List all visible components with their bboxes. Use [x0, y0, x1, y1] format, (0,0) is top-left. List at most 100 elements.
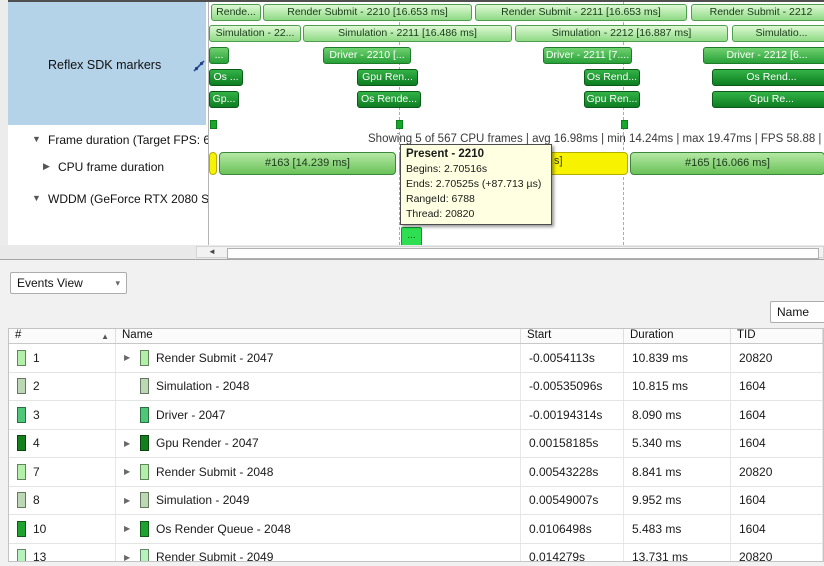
cell-start: 0.014279s: [521, 544, 624, 563]
name-filter-label: Name: [777, 305, 809, 319]
cell-duration: 5.340 ms: [624, 430, 731, 458]
cell-name: ▶Render Submit - 2047: [116, 344, 521, 372]
table-row[interactable]: 4▶Gpu Render - 20470.00158185s5.340 ms16…: [9, 430, 823, 459]
wddm-event-marker[interactable]: ...: [401, 227, 422, 245]
cell-num: 2: [9, 373, 116, 401]
cpu-frame-bar[interactable]: #163 [14.239 ms]: [219, 152, 396, 175]
cell-start: 0.00549007s: [521, 487, 624, 515]
cell-num: 10: [9, 515, 116, 543]
tree-item-label: Frame duration (Target FPS: 60: [48, 133, 217, 147]
table-row[interactable]: 7▶Render Submit - 20480.00543228s8.841 m…: [9, 458, 823, 487]
cell-num: 1: [9, 344, 116, 372]
timeline-bar[interactable]: Gpu Re...: [712, 91, 824, 108]
hscrollbar-track[interactable]: ◄: [196, 246, 824, 258]
timeline-bar[interactable]: Gp...: [209, 91, 239, 108]
event-color-swatch: [140, 350, 149, 366]
timeline-bar[interactable]: Driver - 2212 [6...: [703, 47, 824, 64]
table-row[interactable]: 1▶Render Submit - 2047-0.0054113s10.839 …: [9, 344, 823, 373]
tree-item-frame-duration[interactable]: ▼ Frame duration (Target FPS: 60: [8, 133, 206, 149]
event-color-swatch: [140, 464, 149, 480]
timeline-bar[interactable]: Driver - 2211 [7....: [543, 47, 632, 64]
table-row[interactable]: 10▶Os Render Queue - 20480.0106498s5.483…: [9, 515, 823, 544]
event-color-swatch: [17, 492, 26, 508]
hscrollbar-strip: ◄: [0, 245, 824, 259]
event-color-swatch: [17, 435, 26, 451]
event-number: 2: [33, 379, 40, 393]
timeline-bar[interactable]: Os Rend...: [712, 69, 824, 86]
table-row[interactable]: 13 ▶ Render Submit - 2049 0.014279s13.731 m…: [9, 544, 823, 563]
event-number: 13: [33, 550, 46, 562]
event-number: 1: [33, 351, 40, 365]
cell-tid: 20820: [731, 458, 823, 486]
event-color-swatch: [140, 435, 149, 451]
cpu-frame-bar[interactable]: [209, 152, 217, 175]
cell-start: 0.00158185s: [521, 430, 624, 458]
timeline-bar[interactable]: Render Submit - 2210 [16.653 ms]: [263, 4, 472, 21]
row-expander-icon[interactable]: ▶: [124, 467, 140, 476]
tree-expanded-icon[interactable]: ▼: [32, 193, 41, 203]
timeline-bar[interactable]: Render Submit - 2211 [16.653 ms]: [475, 4, 687, 21]
timeline-bar[interactable]: Simulation - 2212 [16.887 ms]: [515, 25, 728, 42]
timeline-bar[interactable]: Os Rende...: [357, 91, 421, 108]
row-expander-icon[interactable]: ▶: [124, 496, 140, 505]
timeline-canvas[interactable]: Showing 5 of 567 CPU frames | avg 16.98m…: [208, 2, 824, 245]
hscrollbar-thumb[interactable]: [227, 248, 819, 259]
pinned-row-header[interactable]: Reflex SDK markers: [8, 2, 206, 125]
column-header-num[interactable]: # ▲: [9, 329, 116, 343]
timeline-bar[interactable]: Simulatio...: [732, 25, 824, 42]
timeline-bar[interactable]: Gpu Ren...: [584, 91, 640, 108]
event-color-swatch: [17, 407, 26, 423]
column-header-start[interactable]: Start: [521, 329, 624, 343]
timeline-bar[interactable]: Os Rend...: [584, 69, 640, 86]
timeline-row-tree: ▼ Frame duration (Target FPS: 60 ▶ CPU f…: [8, 125, 206, 245]
dropdown-arrow-icon: ▾: [115, 273, 120, 293]
pin-icon[interactable]: [192, 59, 206, 73]
event-color-swatch: [140, 492, 149, 508]
column-header-duration[interactable]: Duration: [624, 329, 731, 343]
cell-start: -0.0054113s: [521, 344, 624, 372]
row-expander-icon[interactable]: ▶: [124, 439, 140, 448]
event-color-swatch: [17, 549, 26, 562]
column-header-tid[interactable]: TID: [731, 329, 823, 343]
timeline-bar[interactable]: Gpu Ren...: [357, 69, 418, 86]
table-row[interactable]: 2Simulation - 2048-0.00535096s10.815 ms1…: [9, 373, 823, 402]
frame-stats-text: Showing 5 of 567 CPU frames | avg 16.98m…: [368, 133, 824, 145]
cell-tid: 20820: [731, 344, 823, 372]
name-filter-box[interactable]: Name: [770, 301, 824, 323]
event-name: Simulation - 2048: [156, 379, 249, 393]
cell-num: 8: [9, 487, 116, 515]
timeline-bar[interactable]: Render Submit - 2212: [691, 4, 824, 21]
timeline-bar[interactable]: Simulation - 22...: [209, 25, 301, 42]
event-color-swatch: [140, 407, 149, 423]
row-expander-icon[interactable]: ▶: [124, 553, 140, 562]
timeline-bar[interactable]: Rende...: [211, 4, 261, 21]
cell-tid: 1604: [731, 487, 823, 515]
table-row[interactable]: 8▶Simulation - 20490.00549007s9.952 ms16…: [9, 487, 823, 516]
event-name: Driver - 2047: [156, 408, 225, 422]
cpu-frame-bar[interactable]: #165 [16.066 ms]: [630, 152, 824, 175]
events-view-dropdown[interactable]: Events View ▾: [10, 272, 127, 294]
cell-start: -0.00535096s: [521, 373, 624, 401]
row-expander-icon[interactable]: ▶: [124, 353, 140, 362]
timeline-bar[interactable]: ...: [209, 47, 229, 64]
event-name: Simulation - 2049: [156, 493, 249, 507]
scroll-left-arrow-icon[interactable]: ◄: [201, 247, 223, 257]
event-name: Gpu Render - 2047: [156, 436, 259, 450]
tree-item-cpu-frame-duration[interactable]: ▶ CPU frame duration: [8, 160, 206, 176]
cell-duration: 13.731 ms: [624, 544, 731, 563]
cell-tid: 1604: [731, 401, 823, 429]
timeline-bar[interactable]: Driver - 2210 [...: [323, 47, 411, 64]
frame-tick: [210, 120, 217, 129]
column-header-name[interactable]: Name: [116, 329, 521, 343]
row-expander-icon[interactable]: ▶: [124, 524, 140, 533]
tree-expanded-icon[interactable]: ▼: [32, 134, 41, 144]
event-name: Render Submit - 2049: [156, 550, 273, 562]
table-row[interactable]: 3Driver - 2047-0.00194314s8.090 ms1604: [9, 401, 823, 430]
timeline-bar[interactable]: Simulation - 2211 [16.486 ms]: [303, 25, 512, 42]
sort-ascending-icon: ▲: [101, 330, 109, 343]
cell-duration: 10.815 ms: [624, 373, 731, 401]
event-name: Render Submit - 2048: [156, 465, 273, 479]
tree-collapsed-icon[interactable]: ▶: [43, 161, 50, 172]
timeline-bar[interactable]: Os ...: [209, 69, 243, 86]
tree-item-wddm[interactable]: ▼ WDDM (GeForce RTX 2080 SUP: [8, 192, 206, 208]
